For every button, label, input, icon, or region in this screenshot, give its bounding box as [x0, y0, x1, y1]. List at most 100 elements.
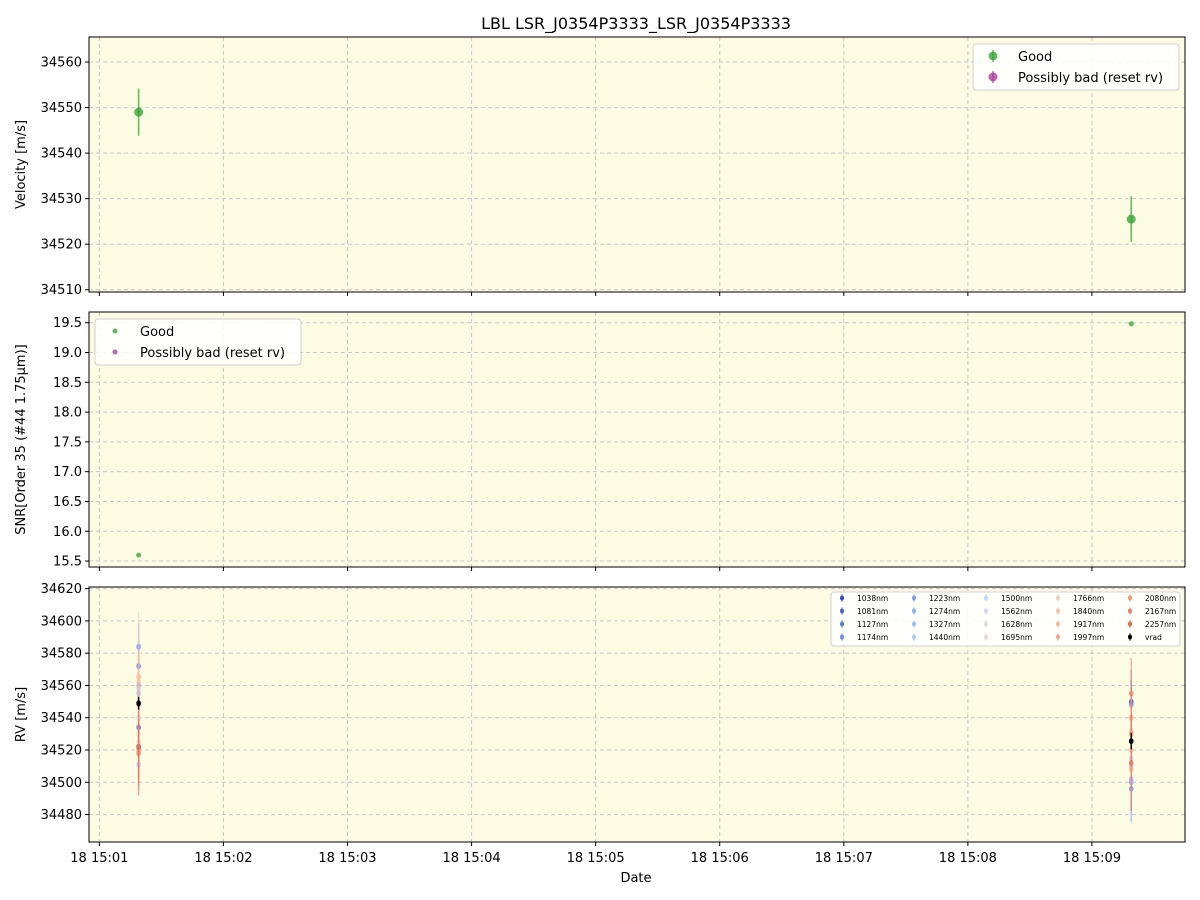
legend-marker: [1056, 608, 1060, 614]
x-axis-label: Date: [620, 871, 651, 886]
velocity-y-axis-label: Velocity [m/s]: [14, 120, 29, 209]
legend-label: 1917nm: [1073, 620, 1104, 629]
snr-point: [136, 552, 142, 558]
x-tick-label: 18 15:01: [70, 851, 128, 866]
legend-marker: [984, 634, 988, 640]
legend-marker: [840, 634, 844, 640]
legend-label: 1081nm: [857, 607, 888, 616]
rv-panel: 34480 34500 34520 34540 34560 34580 34600 34620…: [14, 582, 1186, 866]
legend-marker: [1128, 621, 1132, 627]
legend-marker: [1128, 595, 1132, 601]
legend-marker: [912, 595, 916, 601]
legend-marker: [112, 328, 118, 334]
legend-label: 1997nm: [1073, 633, 1104, 642]
velocity-panel: 34510 34520 34530 34540 34550 34560 Velocity […: [14, 36, 1186, 298]
legend-label: 2167nm: [1145, 607, 1176, 616]
legend-label: 1223nm: [929, 594, 960, 603]
legend-marker: [984, 595, 988, 601]
rv-point: [1128, 690, 1134, 697]
legend-marker: [840, 621, 844, 627]
legend-label: Good: [140, 325, 174, 340]
legend-label: 1440nm: [929, 633, 960, 642]
x-tick-label: 18 15:03: [318, 851, 376, 866]
snr-y-tick-label: 17.5: [53, 435, 82, 450]
rv-y-tick-label: 34520: [41, 744, 82, 759]
chart-title: LBL LSR_J0354P3333_LSR_J0354P3333: [481, 14, 791, 34]
rv-y-tick-label: 34500: [41, 776, 82, 791]
legend-label: 1695nm: [1001, 633, 1032, 642]
legend-marker: [1056, 621, 1060, 627]
x-tick-label: 18 15:07: [815, 851, 873, 866]
legend-marker: [840, 595, 844, 601]
legend-label: 1127nm: [857, 620, 888, 629]
legend-marker: [912, 634, 916, 640]
rv-point: [1128, 759, 1134, 766]
legend-marker: [984, 621, 988, 627]
velocity-point: [134, 107, 144, 117]
legend-label: 1562nm: [1001, 607, 1032, 616]
rv-legend: 1038nm 1081nm 1127nm 1174nm 1223nm 1274nm 1327…: [830, 591, 1181, 647]
legend-marker: [988, 72, 998, 82]
legend-marker: [912, 621, 916, 627]
velocity-point: [1126, 214, 1136, 224]
rv-y-axis-label: RV [m/s]: [14, 687, 29, 742]
x-tick-label: 18 15:06: [691, 851, 749, 866]
legend-label: 1628nm: [1001, 620, 1032, 629]
legend-marker: [1056, 634, 1060, 640]
legend-marker: [1128, 634, 1132, 640]
snr-y-tick-label: 16.0: [53, 525, 82, 540]
snr-y-tick-label: 15.5: [53, 555, 82, 570]
velocity-y-tick-label: 34520: [41, 238, 82, 253]
snr-point: [1128, 321, 1134, 327]
x-tick-label: 18 15:04: [442, 851, 500, 866]
snr-y-tick-label: 18.0: [53, 406, 82, 421]
legend-label: Possibly bad (reset rv): [140, 346, 285, 361]
legend-marker: [912, 608, 916, 614]
legend-label: vrad: [1145, 633, 1162, 642]
rv-point: [136, 743, 141, 750]
legend-label: 1327nm: [929, 620, 960, 629]
legend-label: Good: [1018, 50, 1052, 65]
x-tick-label: 18 15:02: [194, 851, 252, 866]
figure: LBL LSR_J0354P3333_LSR_J0354P3333 345103…: [0, 0, 1200, 900]
legend-label: Possibly bad (reset rv): [1018, 71, 1163, 86]
legend-marker: [1128, 608, 1132, 614]
legend-marker: [988, 51, 998, 61]
legend-label: 1174nm: [857, 633, 888, 642]
x-tick-label: 18 15:05: [567, 851, 625, 866]
velocity-y-tick-label: 34510: [41, 283, 82, 298]
x-tick-label: 18 15:09: [1063, 851, 1121, 866]
rv-y-tick-label: 34560: [41, 679, 82, 694]
rv-y-tick-label: 34540: [41, 711, 82, 726]
velocity-y-tick-label: 34550: [41, 101, 82, 116]
rv-y-tick-label: 34600: [41, 614, 82, 629]
legend-label: 1840nm: [1073, 607, 1104, 616]
snr-y-tick-label: 16.5: [53, 495, 82, 510]
x-tick-label: 18 15:08: [939, 851, 997, 866]
legend-label: 1500nm: [1001, 594, 1032, 603]
velocity-y-tick-label: 34540: [41, 147, 82, 162]
legend-marker: [112, 349, 118, 355]
legend-label: 1274nm: [929, 607, 960, 616]
legend-label: 1038nm: [857, 594, 888, 603]
snr-y-tick-label: 17.0: [53, 465, 82, 480]
legend-label: 2257nm: [1145, 620, 1176, 629]
rv-y-tick-label: 34580: [41, 647, 82, 662]
legend-label: 1766nm: [1073, 594, 1104, 603]
legend-label: 2080nm: [1145, 594, 1176, 603]
snr-y-tick-label: 19.5: [53, 316, 82, 331]
velocity-y-tick-label: 34530: [41, 192, 82, 207]
snr-panel: 15.5 16.0 16.5 17.0 17.5 18.0 18.5 19.0 19.5 SNR[…: [14, 311, 1186, 571]
rv-point: [136, 700, 141, 707]
legend-marker: [984, 608, 988, 614]
snr-y-tick-label: 19.0: [53, 346, 82, 361]
legend-marker: [840, 608, 844, 614]
rv-point: [136, 674, 141, 681]
snr-y-axis-label: SNR[Order 35 (#44 1.75μm)]: [14, 344, 29, 535]
rv-point: [1128, 738, 1134, 745]
velocity-y-tick-label: 34560: [41, 56, 82, 71]
rv-y-tick-label: 34480: [41, 808, 82, 823]
legend-marker: [1056, 595, 1060, 601]
rv-y-tick-label: 34620: [41, 582, 82, 597]
snr-y-tick-label: 18.5: [53, 376, 82, 391]
